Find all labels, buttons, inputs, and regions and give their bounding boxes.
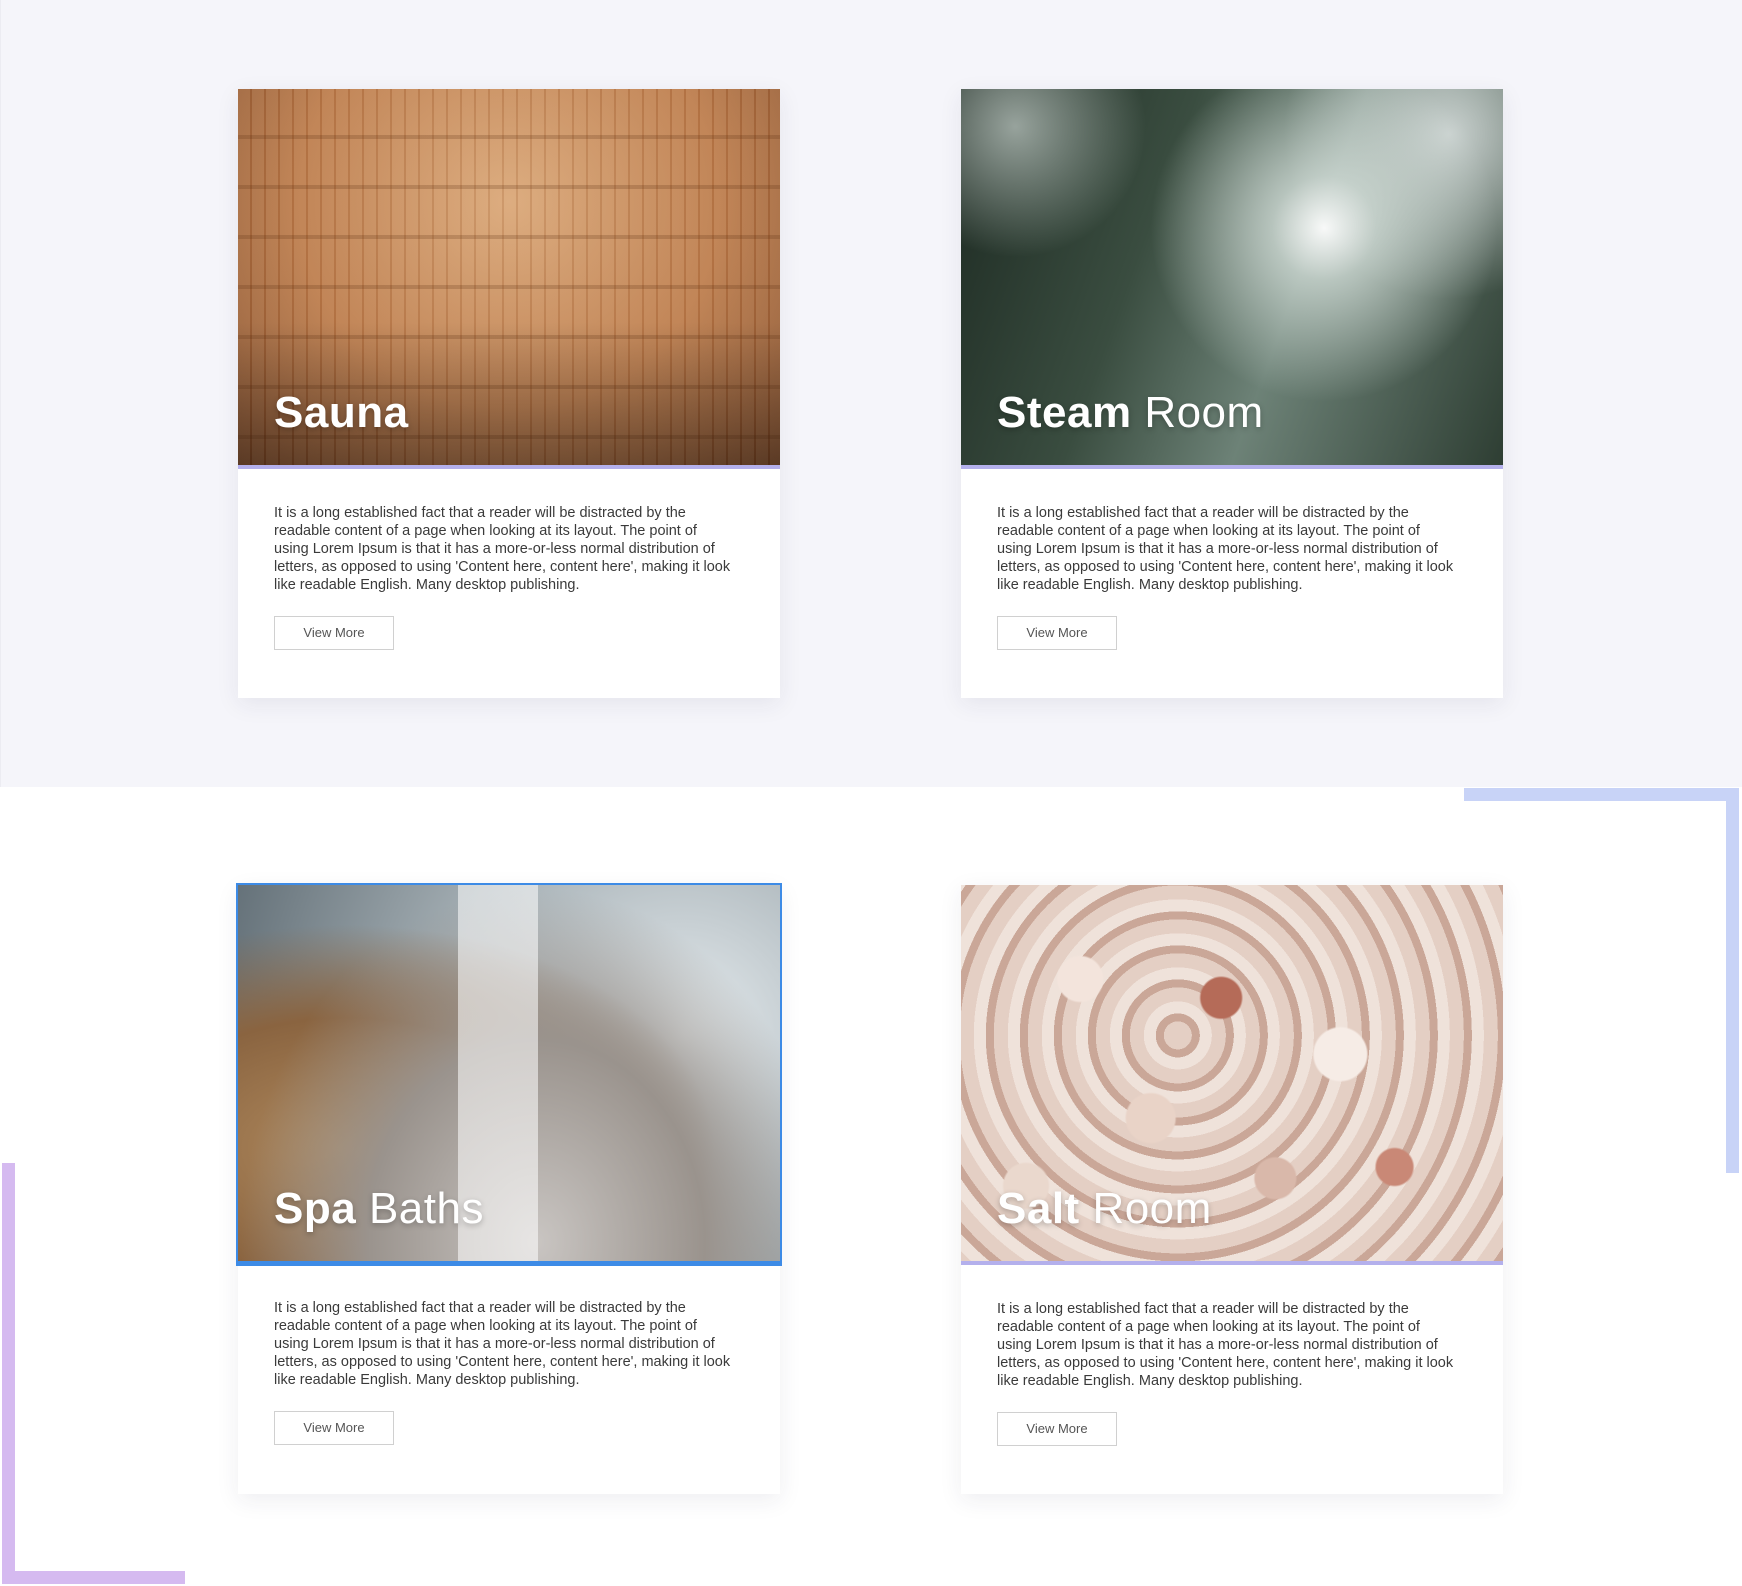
card-sauna: Sauna It is a long established fact that… bbox=[238, 89, 780, 698]
view-more-button[interactable]: View More bbox=[274, 616, 394, 650]
card-steam-room: Steam Room It is a long established fact… bbox=[961, 89, 1503, 698]
card-title-light: Room bbox=[1144, 388, 1264, 437]
card-body: It is a long established fact that a rea… bbox=[961, 469, 1503, 650]
card-title-bold: Spa bbox=[274, 1184, 357, 1233]
card-spa-baths: Spa Baths It is a long established fact … bbox=[236, 883, 782, 1494]
decorative-corner-frame-left bbox=[2, 1163, 185, 1584]
card-description: It is a long established fact that a rea… bbox=[997, 1301, 1454, 1389]
card-description: It is a long established fact that a rea… bbox=[274, 505, 731, 593]
card-media[interactable]: Steam Room bbox=[961, 89, 1503, 469]
view-more-button[interactable]: View More bbox=[274, 1411, 394, 1445]
card-title-bold: Sauna bbox=[274, 388, 409, 437]
card-media[interactable]: Sauna bbox=[238, 89, 780, 469]
view-more-button[interactable]: View More bbox=[997, 1412, 1117, 1446]
card-title: Salt Room bbox=[997, 1187, 1212, 1231]
card-title: Sauna bbox=[274, 391, 409, 435]
card-title: Spa Baths bbox=[274, 1187, 484, 1231]
card-description: It is a long established fact that a rea… bbox=[274, 1300, 731, 1388]
card-salt-room: Salt Room It is a long established fact … bbox=[961, 885, 1503, 1494]
card-title-light: Room bbox=[1092, 1184, 1212, 1233]
card-body: It is a long established fact that a rea… bbox=[238, 469, 780, 650]
card-description: It is a long established fact that a rea… bbox=[997, 505, 1454, 593]
card-body: It is a long established fact that a rea… bbox=[238, 1264, 780, 1445]
card-media[interactable]: Spa Baths bbox=[236, 883, 782, 1266]
card-media[interactable]: Salt Room bbox=[961, 885, 1503, 1265]
card-title-bold: Salt bbox=[997, 1184, 1080, 1233]
card-title-light: Baths bbox=[368, 1184, 484, 1233]
view-more-button[interactable]: View More bbox=[997, 616, 1117, 650]
card-title: Steam Room bbox=[997, 391, 1264, 435]
card-body: It is a long established fact that a rea… bbox=[961, 1265, 1503, 1446]
card-title-bold: Steam bbox=[997, 388, 1132, 437]
decorative-corner-frame-right bbox=[1464, 788, 1739, 1173]
